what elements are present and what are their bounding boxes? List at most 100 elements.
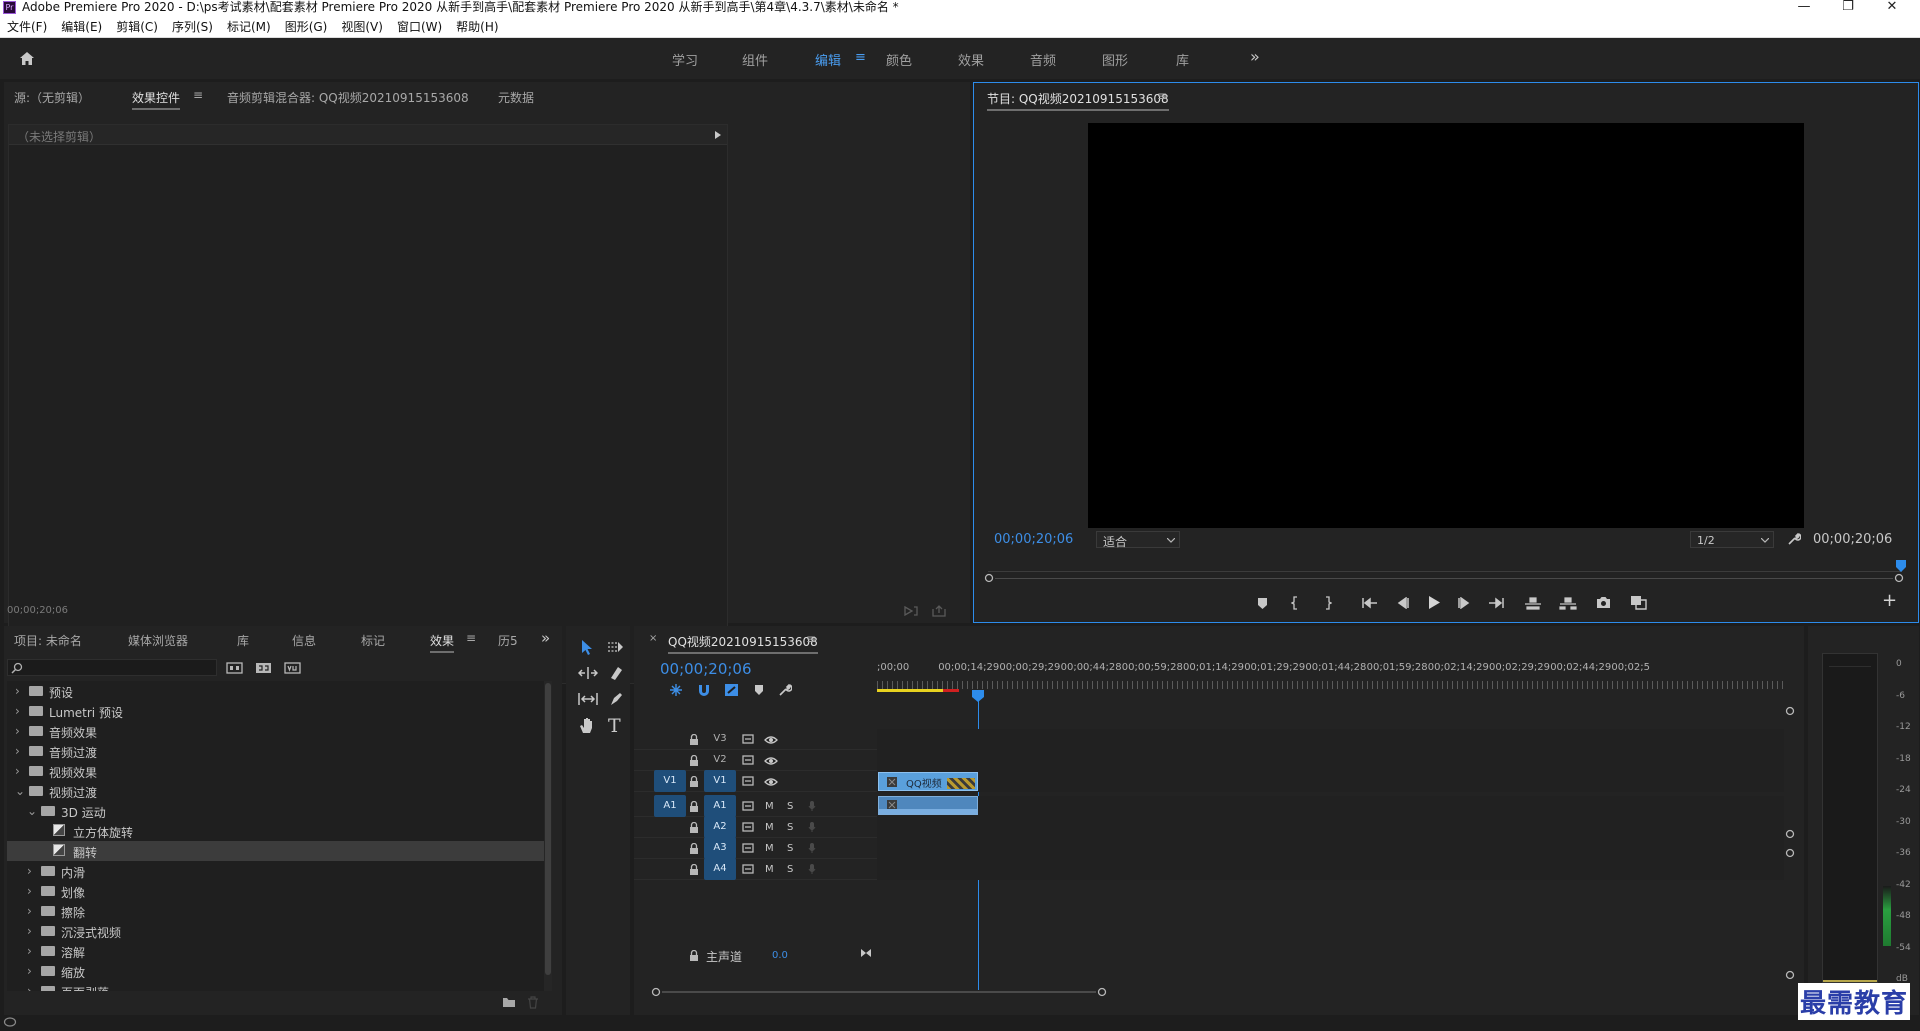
- master-volume-value[interactable]: 0.0: [772, 950, 788, 961]
- solo-button[interactable]: S: [787, 843, 793, 854]
- track-target-v3[interactable]: V3: [704, 728, 736, 750]
- video-track-lane[interactable]: [877, 729, 1784, 750]
- effects-tree-item[interactable]: ⌄ 视频过渡: [7, 781, 547, 801]
- play-icon[interactable]: [1428, 595, 1441, 610]
- video-scroll-top-handle-icon[interactable]: [1785, 706, 1795, 716]
- effects-menu-icon[interactable]: ≡: [466, 631, 476, 645]
- panel-overflow-icon[interactable]: »: [541, 629, 550, 647]
- workspace-tab-assembly[interactable]: 组件: [742, 50, 768, 69]
- filter-icon[interactable]: [904, 605, 918, 617]
- solo-button[interactable]: S: [787, 822, 793, 833]
- effects-tree-item[interactable]: ⌄ 3D 运动: [7, 801, 547, 821]
- timeline-menu-icon[interactable]: ≡: [806, 632, 816, 646]
- button-editor-add-icon[interactable]: +: [1882, 590, 1897, 611]
- track-target-v2[interactable]: V2: [704, 749, 736, 771]
- tab-media-browser[interactable]: 媒体浏览器: [128, 632, 188, 649]
- effects-tree-item[interactable]: › 划像: [7, 881, 547, 901]
- effects-search-input[interactable]: [7, 659, 217, 676]
- slip-tool-icon[interactable]: [577, 692, 599, 706]
- chevron-right-icon[interactable]: ›: [27, 884, 32, 898]
- chevron-right-icon[interactable]: ›: [15, 684, 20, 698]
- chevron-right-icon[interactable]: ›: [27, 864, 32, 878]
- program-current-timecode[interactable]: 00;00;20;06: [994, 532, 1073, 547]
- track-target-a2[interactable]: A2: [704, 816, 736, 838]
- eye-icon[interactable]: [764, 735, 778, 745]
- go-to-out-icon[interactable]: [1488, 597, 1504, 609]
- sync-lock-icon[interactable]: [742, 734, 754, 744]
- effect-controls-menu-icon[interactable]: ≡: [193, 88, 203, 102]
- lock-icon[interactable]: [689, 864, 699, 875]
- effects-tree-item[interactable]: › 音频效果: [7, 721, 547, 741]
- audio-track-lane[interactable]: [877, 838, 1784, 859]
- video-track-lane[interactable]: [877, 771, 1784, 792]
- effects-tree-item[interactable]: › 预设: [7, 681, 547, 701]
- effects-tree[interactable]: › 预设 › Lumetri 预设 › 音频效果 › 音频过渡 › 视频效果 ⌄ 视频过渡 ⌄ 3D 运动…: [7, 681, 547, 991]
- audio-track-lane[interactable]: [877, 796, 1784, 817]
- tab-project[interactable]: 项目: 未命名: [14, 632, 82, 649]
- chevron-right-icon[interactable]: ›: [15, 724, 20, 738]
- track-target-a3[interactable]: A3: [704, 837, 736, 859]
- tab-metadata[interactable]: 元数据: [498, 89, 534, 106]
- audio-clip[interactable]: [878, 796, 978, 815]
- tab-source[interactable]: 源:（无剪辑）: [14, 89, 90, 106]
- trash-icon[interactable]: [527, 996, 539, 1009]
- mark-in-icon[interactable]: [1291, 596, 1299, 610]
- close-window-button[interactable]: ✕: [1870, 0, 1914, 17]
- workspace-menu-icon[interactable]: ≡: [855, 50, 866, 65]
- hand-tool-icon[interactable]: [579, 717, 595, 734]
- track-select-tool-icon[interactable]: [606, 640, 624, 654]
- timeline-ruler[interactable]: ;00;00 00;00;14;29 00;00;29;29 00;00;44;28 0…: [877, 659, 1784, 699]
- video-scroll-bottom-handle-icon[interactable]: [1785, 829, 1795, 839]
- play-only-clip-arrow-icon[interactable]: [715, 131, 721, 139]
- close-sequence-icon[interactable]: ×: [649, 633, 657, 644]
- microphone-icon[interactable]: [808, 821, 816, 833]
- chevron-right-icon[interactable]: ›: [27, 964, 32, 978]
- track-target-v1[interactable]: V1: [704, 770, 736, 792]
- chevron-right-icon[interactable]: ›: [27, 984, 32, 991]
- mark-out-icon[interactable]: [1324, 596, 1332, 610]
- effects-tree-item[interactable]: › 页面剥落: [7, 981, 547, 991]
- tab-info[interactable]: 信息: [292, 632, 316, 649]
- effects-tree-item[interactable]: 翻转: [7, 841, 547, 861]
- workspace-tab-effects[interactable]: 效果: [958, 50, 984, 69]
- lock-icon[interactable]: [689, 822, 699, 833]
- workspace-tab-audio[interactable]: 音频: [1030, 50, 1056, 69]
- effects-tree-item[interactable]: › 擦除: [7, 901, 547, 921]
- nest-sequence-icon[interactable]: [669, 683, 683, 697]
- menu-window[interactable]: 窗口(W): [390, 17, 449, 37]
- mute-button[interactable]: M: [765, 843, 774, 854]
- effects-scroll-thumb[interactable]: [545, 683, 551, 975]
- comparison-view-icon[interactable]: [1630, 595, 1647, 610]
- effects-tree-item[interactable]: › 音频过渡: [7, 741, 547, 761]
- eye-icon[interactable]: [764, 756, 778, 766]
- menu-markers[interactable]: 标记(M): [220, 17, 278, 37]
- chevron-right-icon[interactable]: ›: [15, 744, 20, 758]
- lock-icon[interactable]: [689, 801, 699, 812]
- sync-lock-icon[interactable]: [742, 801, 754, 811]
- menu-view[interactable]: 视图(V): [334, 17, 390, 37]
- tab-effects[interactable]: 效果: [430, 632, 455, 653]
- effects-tree-item[interactable]: › Lumetri 预设: [7, 701, 547, 721]
- mute-button[interactable]: M: [765, 822, 774, 833]
- workspace-tab-libraries[interactable]: 库: [1176, 50, 1189, 69]
- tab-audio-clip-mixer[interactable]: 音频剪辑混合器: QQ视频20210915153608: [227, 89, 469, 106]
- program-zoom-bar[interactable]: [995, 578, 1893, 579]
- chevron-down-icon[interactable]: ⌄: [27, 804, 37, 818]
- audio-scroll-bottom-handle-icon[interactable]: [1785, 970, 1795, 980]
- tab-effect-controls[interactable]: 效果控件: [132, 89, 181, 110]
- step-forward-icon[interactable]: [1458, 597, 1470, 609]
- lock-icon[interactable]: [689, 734, 699, 745]
- go-to-in-icon[interactable]: [1362, 597, 1378, 609]
- type-tool-icon[interactable]: T: [608, 715, 621, 737]
- menu-sequence[interactable]: 序列(S): [165, 17, 220, 37]
- chevron-right-icon[interactable]: ›: [15, 764, 20, 778]
- resolution-dropdown[interactable]: 1/2: [1690, 531, 1774, 548]
- export-icon[interactable]: [932, 605, 946, 617]
- lock-icon[interactable]: [689, 776, 699, 787]
- sync-lock-icon[interactable]: [742, 776, 754, 786]
- menu-graphics[interactable]: 图形(G): [278, 17, 335, 37]
- timeline-zoom-left-handle-icon[interactable]: [651, 987, 661, 997]
- menu-clip[interactable]: 剪辑(C): [109, 17, 165, 37]
- track-target-a4[interactable]: A4: [704, 858, 736, 880]
- sequence-tab[interactable]: QQ视频20210915153608: [668, 633, 818, 654]
